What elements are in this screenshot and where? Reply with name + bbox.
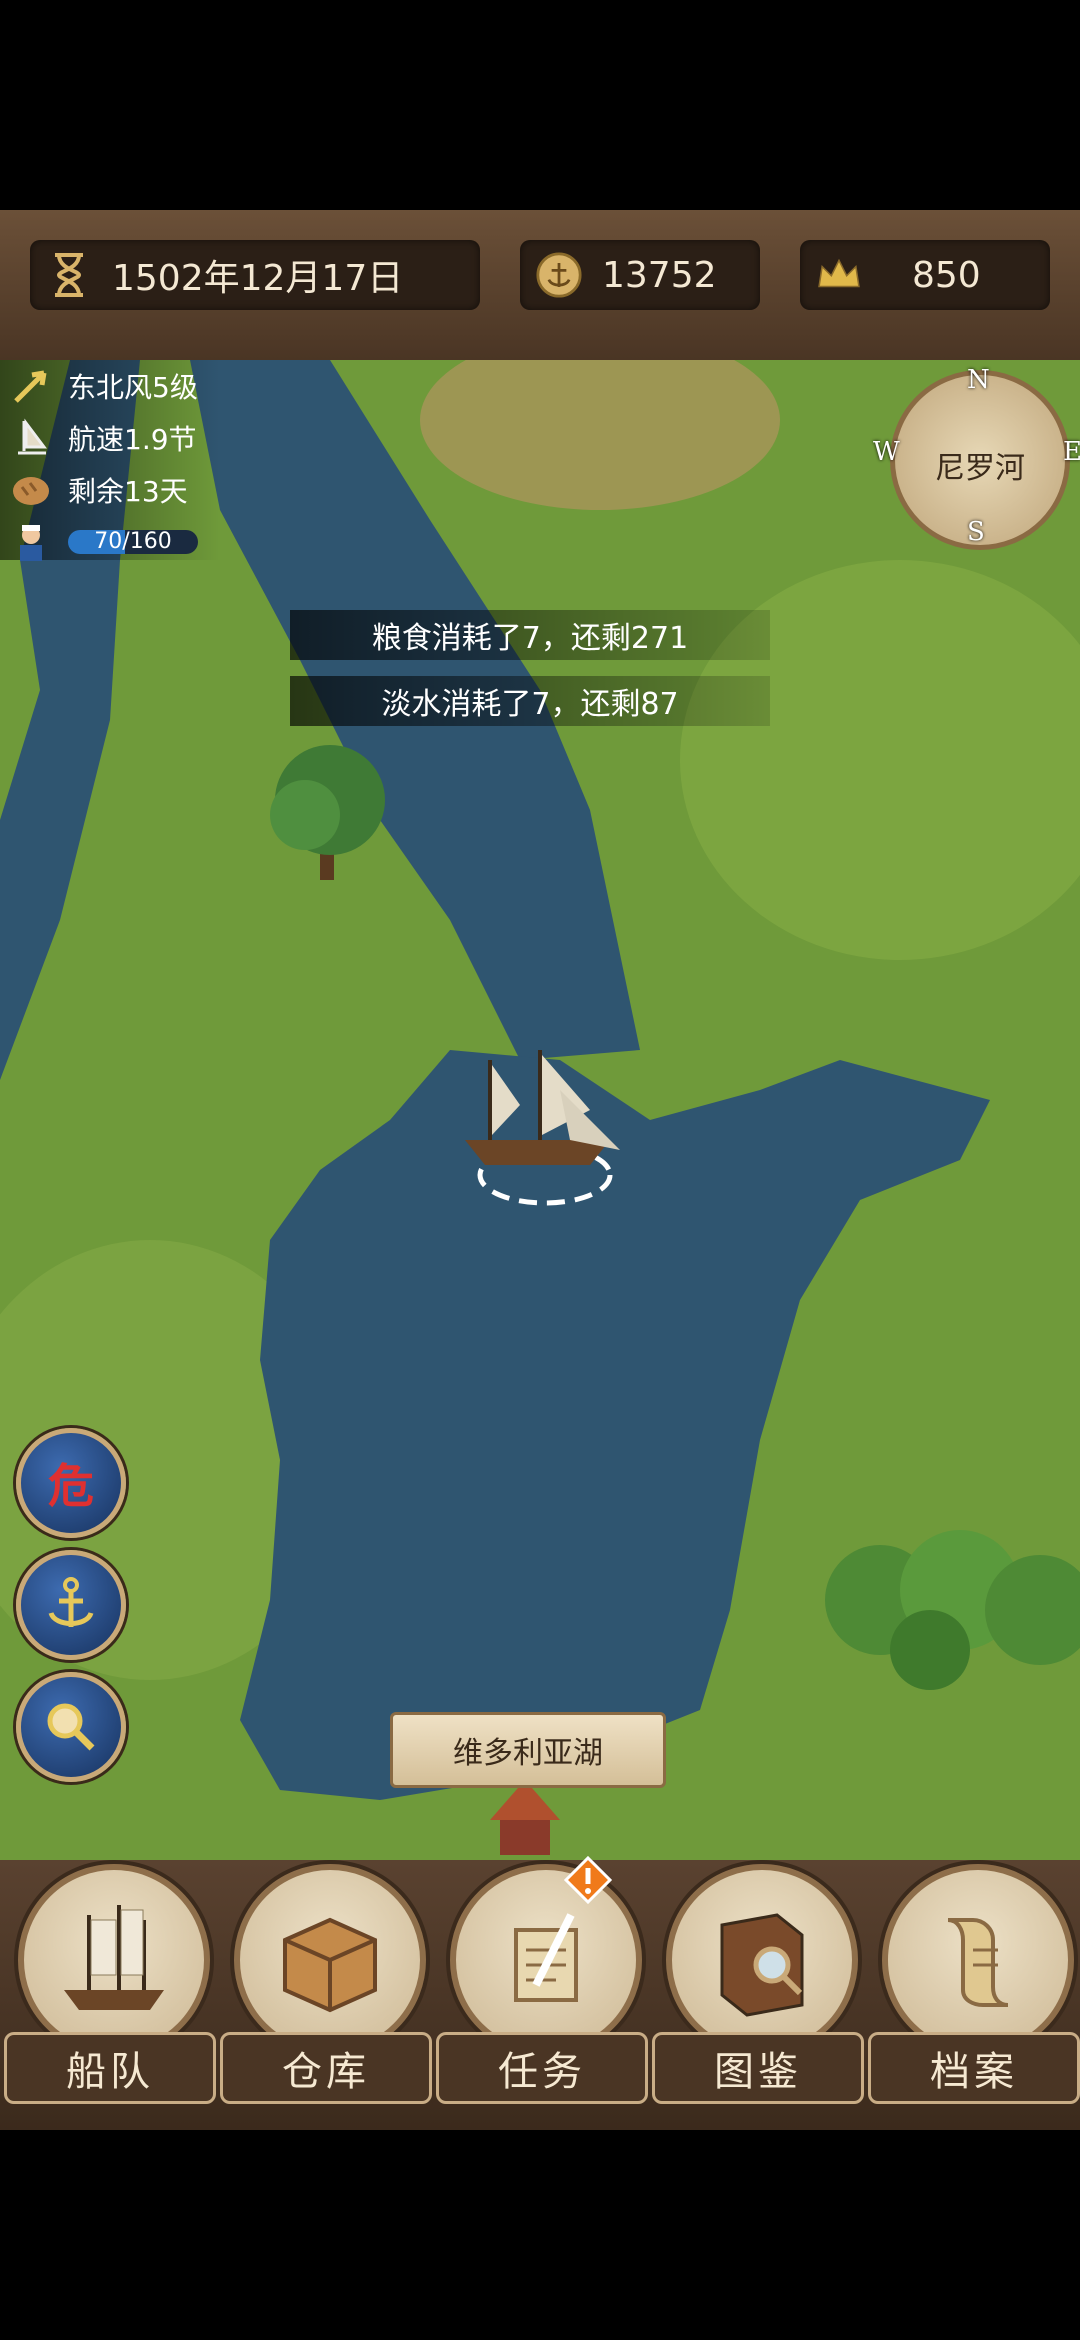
sailor-icon — [20, 525, 42, 561]
food-consumed-message: 粮食消耗了7，还剩271 — [290, 610, 770, 660]
nav-warehouse[interactable]: 仓库 — [220, 1860, 432, 2120]
nav-codex-circle[interactable] — [666, 1864, 858, 2056]
wind-text: 东北风5级 — [68, 371, 198, 404]
wind-arrow-icon — [14, 370, 47, 403]
gold-display: 13752 — [520, 240, 760, 310]
nav-archive[interactable]: 档案 — [868, 1860, 1080, 2120]
crew-text: 70/160 — [94, 530, 172, 554]
nav-tasks[interactable]: 任务 — [436, 1855, 648, 2120]
nav-codex-label[interactable]: 图鉴 — [652, 2032, 864, 2104]
current-location-label: 尼罗河 — [935, 451, 1025, 486]
anchor-coin-icon — [536, 252, 582, 298]
gold-amount: 13752 — [602, 254, 717, 296]
compass-east-label: E — [1063, 437, 1080, 467]
ship-icon — [64, 1905, 164, 2010]
compass-south-label: S — [967, 517, 985, 547]
rolled-map-icon — [947, 1918, 1009, 2007]
nav-tasks-circle[interactable] — [450, 1864, 642, 2056]
port-building-icon[interactable] — [490, 1780, 560, 1855]
speed-status: 航速1.9节 — [0, 414, 197, 462]
magnifier-icon — [47, 1703, 95, 1751]
date-text: 1502年12月17日 — [112, 258, 404, 299]
nav-archive-label[interactable]: 档案 — [868, 2032, 1080, 2104]
water-consumed-message: 淡水消耗了7，还剩87 — [290, 676, 770, 726]
sail-icon — [18, 418, 47, 455]
fame-display: 850 — [800, 240, 1050, 310]
alert-badge-icon — [563, 1855, 613, 1905]
anchor-button[interactable] — [16, 1550, 126, 1660]
nav-warehouse-circle[interactable] — [234, 1864, 426, 2056]
hourglass-icon — [46, 252, 92, 298]
danger-label: 危 — [48, 1459, 94, 1513]
nav-archive-circle[interactable] — [882, 1864, 1074, 2056]
anchor-icon — [48, 1577, 94, 1627]
search-button[interactable] — [16, 1672, 126, 1782]
fame-amount: 850 — [912, 254, 981, 296]
world-map[interactable]: N S W E 尼罗河 维多利亚湖 — [0, 360, 1080, 1860]
date-display: 1502年12月17日 — [30, 240, 480, 310]
nav-warehouse-label[interactable]: 仓库 — [220, 2032, 432, 2104]
nav-fleet-label[interactable]: 船队 — [4, 2032, 216, 2104]
nav-fleet[interactable]: 船队 — [4, 1860, 216, 2120]
crew-status: 70/160 — [0, 518, 198, 566]
bread-icon — [13, 477, 49, 505]
crate-icon — [283, 1917, 377, 2013]
top-resource-bar: 1502年12月17日 13752 850 — [0, 210, 1080, 366]
scroll-quill-icon — [514, 1913, 578, 2002]
compass-minimap[interactable]: N S W E 尼罗河 — [873, 365, 1080, 550]
danger-button[interactable]: 危 — [16, 1428, 126, 1538]
compass-north-label: N — [967, 365, 990, 395]
nav-fleet-circle[interactable] — [18, 1864, 210, 2056]
crew-bar: 70/160 — [68, 530, 198, 554]
days-left-text: 剩余13天 — [68, 475, 188, 508]
wind-status: 东北风5级 — [0, 362, 198, 410]
supplies-status: 剩余13天 — [0, 466, 188, 514]
lake-name-banner[interactable]: 维多利亚湖 — [390, 1712, 666, 1788]
nav-tasks-label[interactable]: 任务 — [436, 2032, 648, 2104]
speed-text: 航速1.9节 — [68, 423, 197, 456]
crown-icon — [816, 252, 862, 298]
book-magnifier-icon — [720, 1913, 804, 2017]
nav-codex[interactable]: 图鉴 — [652, 1860, 864, 2120]
